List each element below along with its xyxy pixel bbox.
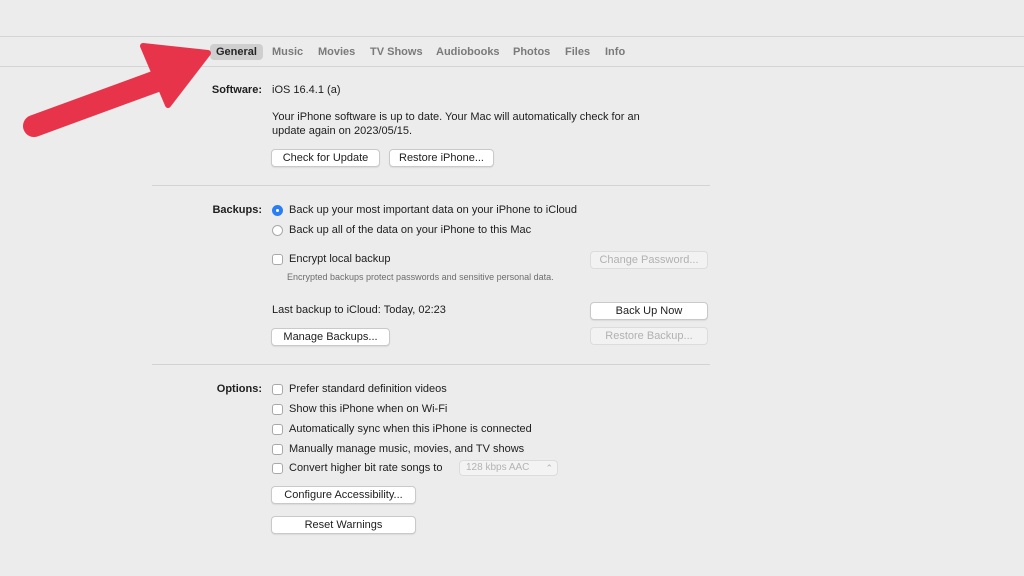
red-arrow-annotation-icon xyxy=(23,43,211,137)
